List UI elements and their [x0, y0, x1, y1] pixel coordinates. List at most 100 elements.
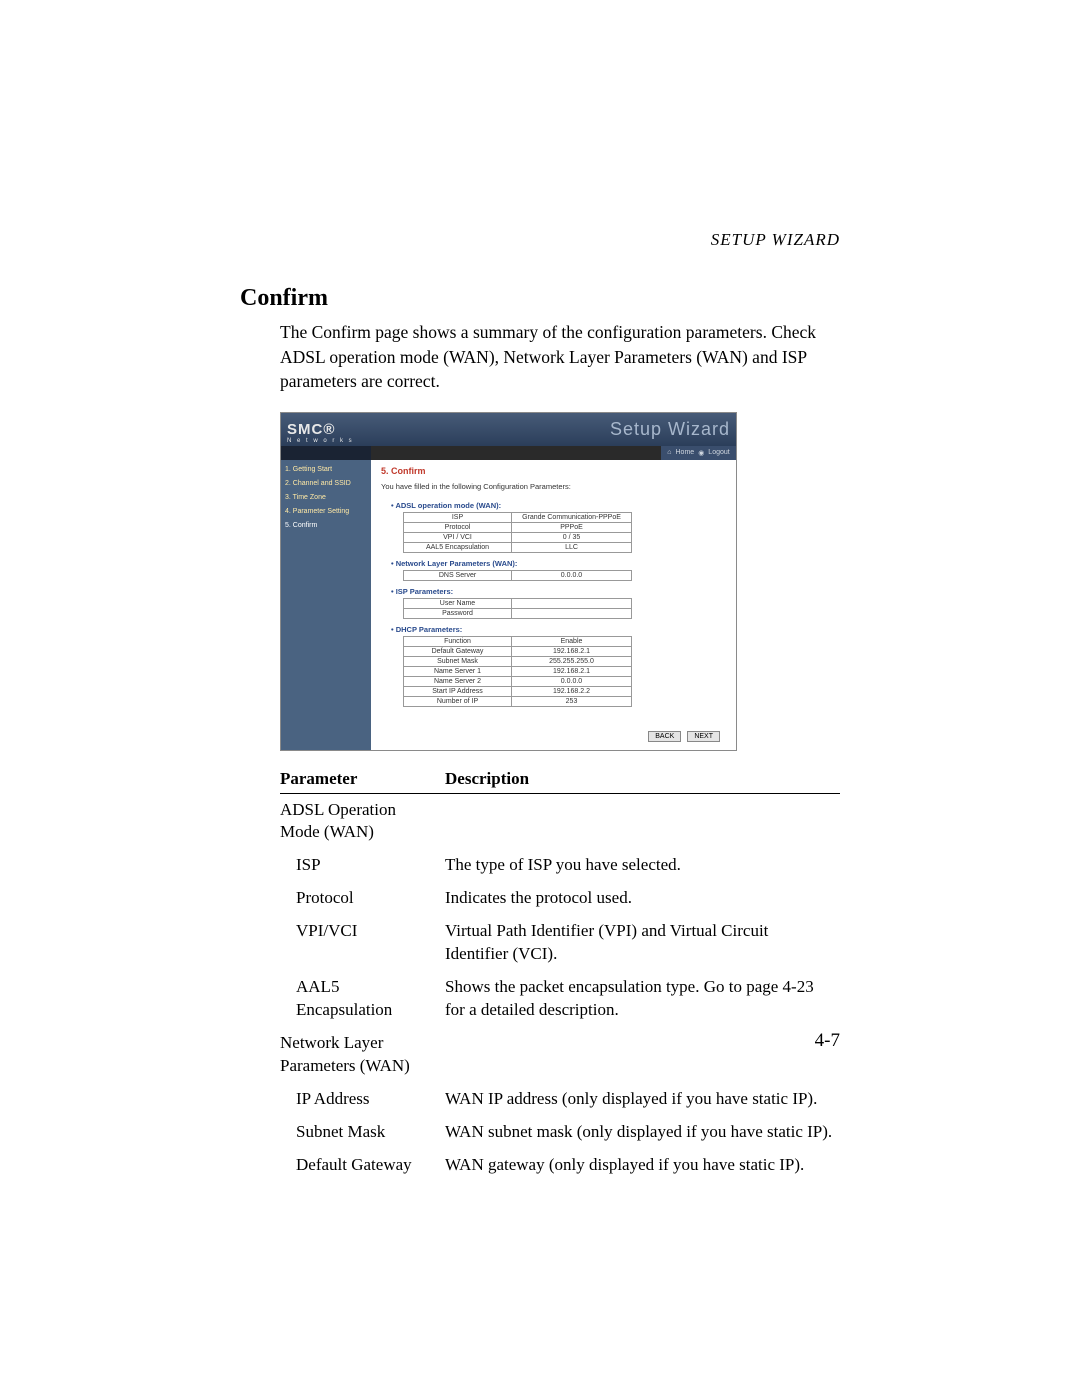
desc-cell [445, 793, 840, 849]
wizard-nav: 1. Getting Start 2. Channel and SSID 3. … [281, 460, 371, 750]
config-key: Default Gateway [404, 646, 512, 656]
table-row: FunctionEnable [404, 636, 632, 646]
nav-step-4[interactable]: 4. Parameter Setting [285, 508, 367, 515]
table-row: Name Server 1192.168.2.1 [404, 666, 632, 676]
table-row: Subnet Mask255.255.255.0 [404, 656, 632, 666]
intro-text: The Confirm page shows a summary of the … [240, 320, 840, 394]
config-value: 0.0.0.0 [512, 676, 632, 686]
table-row: User Name [404, 598, 632, 608]
table-row: VPI/VCIVirtual Path Identifier (VPI) and… [280, 915, 840, 971]
desc-cell: WAN gateway (only displayed if you have … [445, 1149, 840, 1182]
nav-step-1[interactable]: 1. Getting Start [285, 466, 367, 473]
table-row: Subnet MaskWAN subnet mask (only display… [280, 1116, 840, 1149]
table-row: Number of IP253 [404, 696, 632, 706]
page-number: 4-7 [815, 1030, 840, 1052]
table-row: ISPThe type of ISP you have selected. [280, 849, 840, 882]
config-value: PPPoE [512, 522, 632, 532]
desc-cell: The type of ISP you have selected. [445, 849, 840, 882]
config-group-title: ISP Parameters: [391, 587, 726, 596]
config-value: Enable [512, 636, 632, 646]
desc-cell: WAN IP address (only displayed if you ha… [445, 1083, 840, 1116]
config-key: AAL5 Encapsulation [404, 542, 512, 552]
table-row: ADSL Operation Mode (WAN) [280, 793, 840, 849]
config-value [512, 608, 632, 618]
nav-step-2[interactable]: 2. Channel and SSID [285, 480, 367, 487]
table-row: AAL5 EncapsulationShows the packet encap… [280, 971, 840, 1027]
param-cell: VPI/VCI [280, 915, 445, 971]
screenshot-midbar: ⌂ Home ◉ Logout [281, 446, 736, 460]
config-group-table: FunctionEnableDefault Gateway192.168.2.1… [403, 636, 632, 707]
config-group-table: DNS Server0.0.0.0 [403, 570, 632, 581]
config-key: Number of IP [404, 696, 512, 706]
config-key: Subnet Mask [404, 656, 512, 666]
config-value [512, 598, 632, 608]
table-row: Default Gateway192.168.2.1 [404, 646, 632, 656]
config-value: 255.255.255.0 [512, 656, 632, 666]
table-row: DNS Server0.0.0.0 [404, 570, 632, 580]
desc-cell [445, 1027, 840, 1083]
table-row: Default GatewayWAN gateway (only display… [280, 1149, 840, 1182]
param-cell: Network Layer Parameters (WAN) [280, 1027, 445, 1083]
nav-step-3[interactable]: 3. Time Zone [285, 494, 367, 501]
nav-step-5[interactable]: 5. Confirm [285, 522, 367, 529]
back-button[interactable]: BACK [648, 731, 681, 742]
home-link[interactable]: Home [676, 449, 695, 456]
table-row: ISPGrande Communication-PPPoE [404, 512, 632, 522]
config-value: Grande Communication-PPPoE [512, 512, 632, 522]
config-key: Protocol [404, 522, 512, 532]
table-row: IP AddressWAN IP address (only displayed… [280, 1083, 840, 1116]
config-value: LLC [512, 542, 632, 552]
confirm-subtext: You have filled in the following Configu… [381, 482, 726, 491]
config-value: 192.168.2.1 [512, 646, 632, 656]
config-key: VPI / VCI [404, 532, 512, 542]
table-row: Start IP Address192.168.2.2 [404, 686, 632, 696]
brand-subtext: N e t w o r k s [287, 438, 354, 444]
param-cell: IP Address [280, 1083, 445, 1116]
config-group-title: Network Layer Parameters (WAN): [391, 559, 726, 568]
section-title: Confirm [240, 285, 840, 312]
logout-link[interactable]: Logout [708, 449, 729, 456]
config-key: ISP [404, 512, 512, 522]
config-key: User Name [404, 598, 512, 608]
wizard-content: 5. Confirm You have filled in the follow… [371, 460, 736, 750]
table-row: ProtocolPPPoE [404, 522, 632, 532]
col-parameter: Parameter [280, 765, 445, 794]
config-value: 253 [512, 696, 632, 706]
config-key: Password [404, 608, 512, 618]
parameter-table: Parameter Description ADSL Operation Mod… [280, 765, 840, 1182]
screenshot-page-title: Setup Wizard [610, 419, 730, 440]
table-row: Name Server 20.0.0.0 [404, 676, 632, 686]
logout-icon: ◉ [698, 449, 704, 457]
wizard-footer: BACK NEXT [381, 731, 726, 742]
config-group-title: DHCP Parameters: [391, 625, 726, 634]
next-button[interactable]: NEXT [687, 731, 720, 742]
config-value: 192.168.2.1 [512, 666, 632, 676]
page-header-right: SETUP WIZARD [711, 230, 840, 250]
table-row: AAL5 EncapsulationLLC [404, 542, 632, 552]
brand-name: SMC® [287, 422, 354, 437]
config-key: Function [404, 636, 512, 646]
table-row: Network Layer Parameters (WAN) [280, 1027, 840, 1083]
router-screenshot: SMC® N e t w o r k s Setup Wizard ⌂ Home… [280, 412, 737, 751]
table-row: ProtocolIndicates the protocol used. [280, 882, 840, 915]
config-group-table: User NamePassword [403, 598, 632, 619]
config-value: 192.168.2.2 [512, 686, 632, 696]
desc-cell: Shows the packet encapsulation type. Go … [445, 971, 840, 1027]
config-key: DNS Server [404, 570, 512, 580]
param-cell: AAL5 Encapsulation [280, 971, 445, 1027]
config-key: Start IP Address [404, 686, 512, 696]
home-icon: ⌂ [667, 449, 671, 456]
table-row: VPI / VCI0 / 35 [404, 532, 632, 542]
screenshot-topbar: SMC® N e t w o r k s Setup Wizard [281, 413, 736, 446]
col-description: Description [445, 765, 840, 794]
param-cell: Protocol [280, 882, 445, 915]
config-value: 0.0.0.0 [512, 570, 632, 580]
desc-cell: WAN subnet mask (only displayed if you h… [445, 1116, 840, 1149]
config-group-table: ISPGrande Communication-PPPoEProtocolPPP… [403, 512, 632, 553]
brand-logo: SMC® N e t w o r k s [287, 422, 354, 444]
table-row: Password [404, 608, 632, 618]
param-cell: Subnet Mask [280, 1116, 445, 1149]
param-cell: Default Gateway [280, 1149, 445, 1182]
param-cell: ISP [280, 849, 445, 882]
config-key: Name Server 2 [404, 676, 512, 686]
